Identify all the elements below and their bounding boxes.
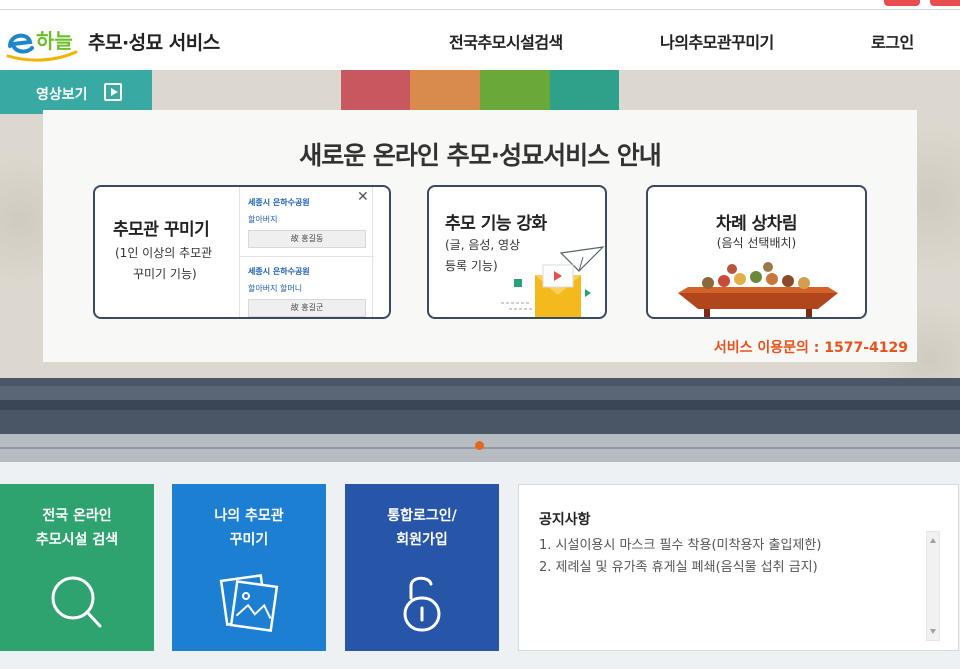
card-title: 추모관 꾸미기 bbox=[113, 220, 210, 240]
card-memorial-features[interactable]: 추모 기능 강화 (글, 음성, 영상 등록 기능) bbox=[427, 185, 607, 319]
book-spine bbox=[341, 70, 410, 110]
notice-scrollbar[interactable] bbox=[926, 531, 940, 641]
search-icon bbox=[51, 576, 102, 628]
notice-title[interactable]: 공지사항 bbox=[539, 509, 591, 529]
book-spine bbox=[550, 70, 619, 110]
tile-login-signup[interactable]: 통합로그인/ 회원가입 bbox=[345, 484, 499, 651]
card-title: 추모 기능 강화 bbox=[445, 214, 547, 234]
top-tab[interactable] bbox=[884, 0, 920, 6]
carousel-indicator[interactable] bbox=[475, 441, 484, 450]
hero-banner: 영상보기 새로운 온라인 추모·성묘서비스 안내 추모관 꾸미기 (1인 이상의… bbox=[0, 70, 960, 462]
notice-list: 1. 시설이용시 마스크 필수 착용(미착용자 출입제한) 2. 제례실 및 유… bbox=[539, 535, 939, 579]
nav-login[interactable]: 로그인 bbox=[871, 29, 914, 53]
top-tab[interactable] bbox=[930, 0, 960, 6]
video-view-button[interactable]: 영상보기 bbox=[0, 70, 152, 114]
header: 하늘 추모·성묘 서비스 전국추모시설검색 나의추모관꾸미기 로그인 bbox=[0, 10, 960, 70]
nav-my-memorial[interactable]: 나의추모관꾸미기 bbox=[660, 29, 774, 53]
envelope-icon bbox=[501, 246, 605, 317]
card-desc: (1인 이상의 추모관 꾸미기 기능) bbox=[115, 246, 213, 281]
svg-text:하늘: 하늘 bbox=[36, 29, 73, 53]
nav-facility-search[interactable]: 전국추모시설검색 bbox=[449, 29, 563, 53]
card-desc: (음식 선택배치) bbox=[716, 236, 797, 250]
video-button-label: 영상보기 bbox=[36, 87, 88, 103]
tile-facility-search[interactable]: 전국 온라인 추모시설 검색 bbox=[0, 484, 154, 651]
card-ancestral-table[interactable]: 차례 상차림 (음식 선택배치) bbox=[646, 185, 867, 319]
scroll-down-icon[interactable] bbox=[930, 629, 936, 634]
tile-label: 전국 온라인 추모시설 검색 bbox=[35, 508, 119, 548]
top-strip bbox=[0, 0, 960, 10]
close-icon: ✕ bbox=[357, 189, 369, 205]
list-item: 세종시 은하수공원 할아버지 할머니 故 홍길군 bbox=[248, 266, 366, 317]
tile-my-memorial[interactable]: 나의 추모관 꾸미기 bbox=[172, 484, 326, 651]
photo-icon bbox=[219, 574, 279, 632]
memorial-preview-list: 세종시 은하수공원 할아버지 故 홍길동 세종시 은하수공원 할아버지 할머니 … bbox=[239, 187, 374, 317]
list-item: 세종시 은하수공원 할아버지 故 홍길동 bbox=[248, 197, 366, 248]
play-icon bbox=[104, 83, 122, 101]
service-info-panel: 새로운 온라인 추모·성묘서비스 안내 추모관 꾸미기 (1인 이상의 추모관 … bbox=[43, 110, 917, 362]
book-spine bbox=[480, 70, 550, 110]
divider bbox=[240, 256, 374, 257]
notice-item[interactable]: 1. 시설이용시 마스크 필수 착용(미착용자 출입제한) bbox=[539, 535, 939, 557]
notice-item[interactable]: 2. 제례실 및 유가족 휴게실 폐쇄(음식물 섭취 금지) bbox=[539, 557, 939, 579]
panel-title: 새로운 온라인 추모·성묘서비스 안내 bbox=[299, 141, 662, 170]
tile-label: 나의 추모관 꾸미기 bbox=[214, 508, 284, 548]
site-title[interactable]: 추모·성묘 서비스 bbox=[88, 28, 220, 55]
book-spine bbox=[410, 70, 480, 110]
notice-board: 공지사항 1. 시설이용시 마스크 필수 착용(미착용자 출입제한) 2. 제례… bbox=[518, 484, 959, 651]
card-memorial-decorate[interactable]: 추모관 꾸미기 (1인 이상의 추모관 꾸미기 기능) 세종시 은하수공원 할아… bbox=[93, 185, 391, 319]
scroll-up-icon[interactable] bbox=[930, 538, 936, 543]
tile-label: 통합로그인/ 회원가입 bbox=[387, 508, 457, 548]
unlock-icon bbox=[403, 576, 441, 632]
e-haneul-logo-icon[interactable]: 하늘 bbox=[4, 18, 78, 64]
card-title: 차례 상차림 bbox=[715, 214, 798, 234]
ancestral-table-icon bbox=[678, 262, 838, 317]
contact-info: 서비스 이용문의 : 1577-4129 bbox=[713, 340, 908, 356]
